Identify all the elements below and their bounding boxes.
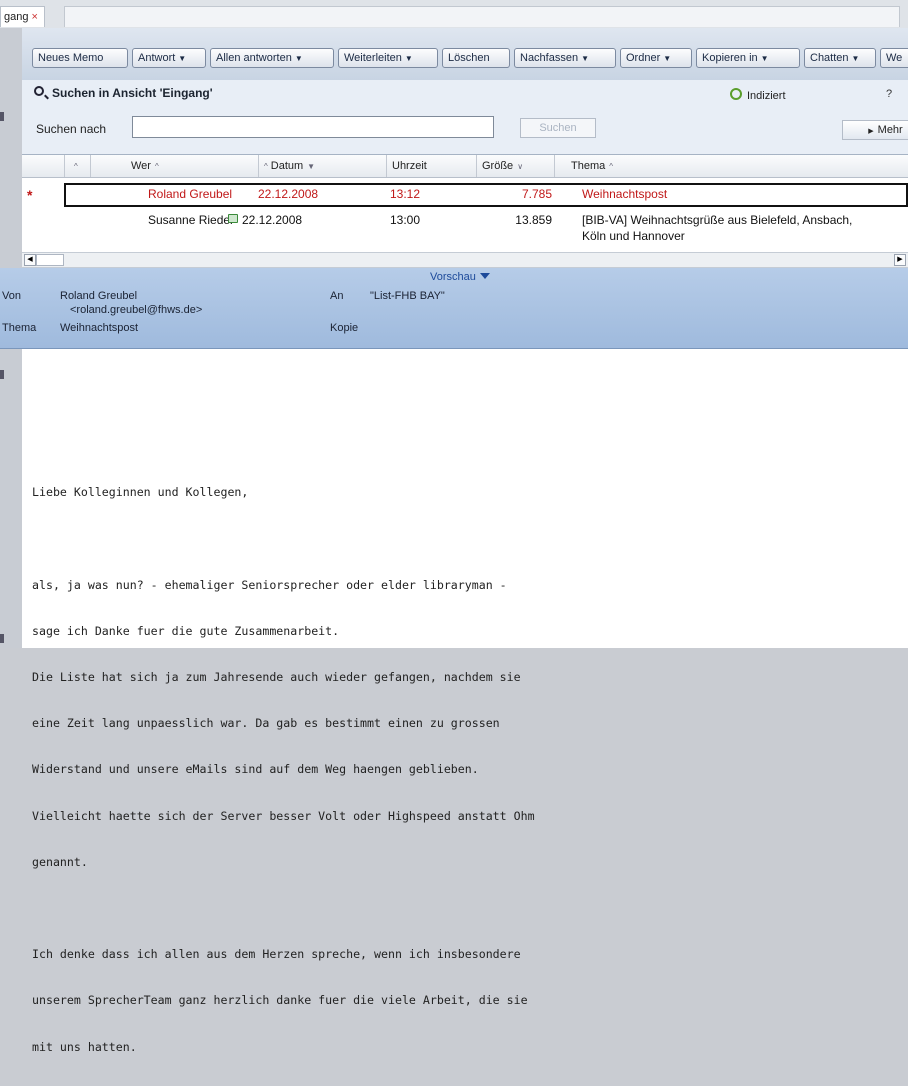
column-header-from[interactable]: Wer ^ (90, 155, 258, 177)
body-line: sage ich Danke fuer die gute Zusammenarb… (32, 623, 340, 638)
to-label: An (330, 290, 344, 302)
body-line: Vielleicht haette sich der Server besser… (32, 808, 535, 823)
sort-down-icon: ∨ (517, 162, 524, 171)
sort-down-icon: ▼ (307, 162, 316, 171)
body-line (32, 439, 535, 454)
search-icon (34, 86, 44, 96)
body-line: als, ja was nun? - ehemaliger Seniorspre… (32, 577, 507, 592)
chevron-down-icon: ▼ (404, 54, 413, 63)
folder-button[interactable]: Ordner ▼ (620, 48, 692, 68)
unread-icon: * (27, 187, 33, 203)
more-options-button[interactable]: ▶ Mehr (842, 120, 908, 140)
body-line: Widerstand und unsere eMails sind auf de… (32, 762, 479, 777)
chevron-down-icon: ▼ (851, 54, 860, 63)
scroll-thumb[interactable] (36, 254, 64, 266)
search-button[interactable]: Suchen (520, 118, 596, 138)
indexed-status: Indiziert (730, 88, 786, 102)
tab-label: gang (4, 11, 29, 23)
notes-window: gang × Neues Memo Antwort ▼ Allen antworte… (0, 0, 908, 1054)
body-line: Liebe Kolleginnen und Kollegen, (32, 485, 249, 500)
column-header-size[interactable]: Größe ∨ (476, 155, 554, 177)
triangle-right-icon: ▶ (868, 128, 874, 135)
column-header-subject[interactable]: Thema ^ (554, 155, 908, 177)
tab-eingang[interactable]: gang × (0, 6, 45, 27)
search-label: Suchen nach (36, 122, 107, 136)
chevron-down-icon: ▼ (178, 54, 187, 63)
column-header-row: ^ Wer ^ ^ Datum ▼ Uhrzeit Größe ∨ Thema ^ (22, 155, 908, 178)
scroll-left-icon[interactable]: ◀ (24, 254, 36, 266)
message-size: 13.859 (515, 213, 552, 227)
sort-up-icon: ^ (264, 162, 268, 171)
sort-up-icon: ^ (154, 162, 159, 171)
help-button[interactable]: ? (886, 88, 892, 100)
body-line: genannt. (32, 854, 88, 869)
table-row[interactable]: * Roland Greubel 22.12.2008 13:12 7.785 … (22, 183, 908, 207)
preview-header: Vorschau Von Roland Greubel <roland.greu… (0, 268, 908, 349)
message-size: 7.785 (521, 187, 552, 201)
gutter-marker (0, 370, 4, 379)
chevron-down-icon: ▼ (663, 54, 672, 63)
sort-up-icon: ^ (74, 162, 78, 171)
chevron-down-icon: ▼ (581, 54, 590, 63)
search-panel: Suchen in Ansicht 'Eingang' Indiziert ? … (22, 80, 908, 155)
search-input[interactable] (132, 116, 494, 138)
more-actions-button[interactable]: We (880, 48, 908, 68)
forward-button[interactable]: Weiterleiten ▼ (338, 48, 438, 68)
search-title: Suchen in Ansicht 'Eingang' (52, 86, 213, 100)
new-memo-button[interactable]: Neues Memo (32, 48, 128, 68)
column-header-time[interactable]: Uhrzeit (386, 155, 476, 177)
from-email: <roland.greubel@fhws.de> (70, 304, 203, 316)
subject-value: Weihnachtspost (60, 322, 139, 334)
message-body: Liebe Kolleginnen und Kollegen, als, ja … (32, 362, 535, 1086)
chevron-down-icon (479, 273, 490, 279)
body-line (32, 531, 535, 546)
chevron-down-icon: ▼ (294, 54, 303, 63)
scroll-right-icon[interactable]: ▶ (894, 254, 906, 266)
message-date: 22.12.2008 (242, 213, 303, 227)
to-value: "List-FHB BAY" (370, 290, 445, 302)
delete-button[interactable]: Löschen (442, 48, 510, 68)
message-time: 13:12 (390, 187, 421, 201)
chevron-down-icon: ▼ (760, 54, 769, 63)
copy-into-button[interactable]: Kopieren in ▼ (696, 48, 800, 68)
message-subject-cont: Köln und Hannover (582, 229, 685, 243)
from-name: Roland Greubel (60, 290, 138, 302)
body-line (32, 393, 535, 408)
gutter-marker (0, 634, 4, 643)
message-from: Susanne Riedel (148, 213, 233, 227)
body-line: mit uns hatten. (32, 1039, 137, 1054)
message-date: 22.12.2008 (258, 187, 319, 201)
replied-icon (228, 214, 238, 223)
reply-all-button[interactable]: Allen antworten ▼ (210, 48, 334, 68)
tab-bar: gang × (0, 0, 908, 28)
follow-up-button[interactable]: Nachfassen ▼ (514, 48, 616, 68)
sort-up-icon: ^ (609, 162, 614, 171)
gutter-marker (0, 112, 4, 121)
body-line: Ich denke dass ich allen aus dem Herzen … (32, 947, 521, 962)
message-from: Roland Greubel (148, 187, 233, 201)
body-line: Die Liste hat sich ja zum Jahresende auc… (32, 670, 521, 685)
body-line (32, 901, 535, 916)
chat-button[interactable]: Chatten ▼ (804, 48, 876, 68)
reply-button[interactable]: Antwort ▼ (132, 48, 206, 68)
table-row[interactable]: Susanne Riedel 22.12.2008 13:00 13.859 [… (22, 209, 908, 255)
indexed-icon (730, 88, 742, 100)
from-label: Von (2, 290, 21, 302)
tab-strip (64, 6, 900, 27)
message-subject: Weihnachtspost (582, 187, 668, 201)
message-time: 13:00 (390, 213, 421, 227)
cc-label: Kopie (330, 322, 359, 334)
preview-toggle[interactable]: Vorschau (430, 271, 490, 283)
body-line: eine Zeit lang unpaesslich war. Da gab e… (32, 716, 500, 731)
horizontal-scrollbar[interactable]: ◀ ▶ (22, 252, 908, 268)
close-icon[interactable]: × (31, 11, 37, 23)
column-sort-toggle[interactable]: ^ (64, 155, 90, 177)
action-toolbar: Neues Memo Antwort ▼ Allen antworten ▼ Wei… (22, 28, 908, 81)
column-header-date[interactable]: ^ Datum ▼ (258, 155, 386, 177)
subject-label: Thema (2, 322, 37, 334)
body-line: unserem SprecherTeam ganz herzlich danke… (32, 993, 528, 1008)
message-subject: [BIB-VA] Weihnachtsgrüße aus Bielefeld, … (582, 213, 853, 227)
